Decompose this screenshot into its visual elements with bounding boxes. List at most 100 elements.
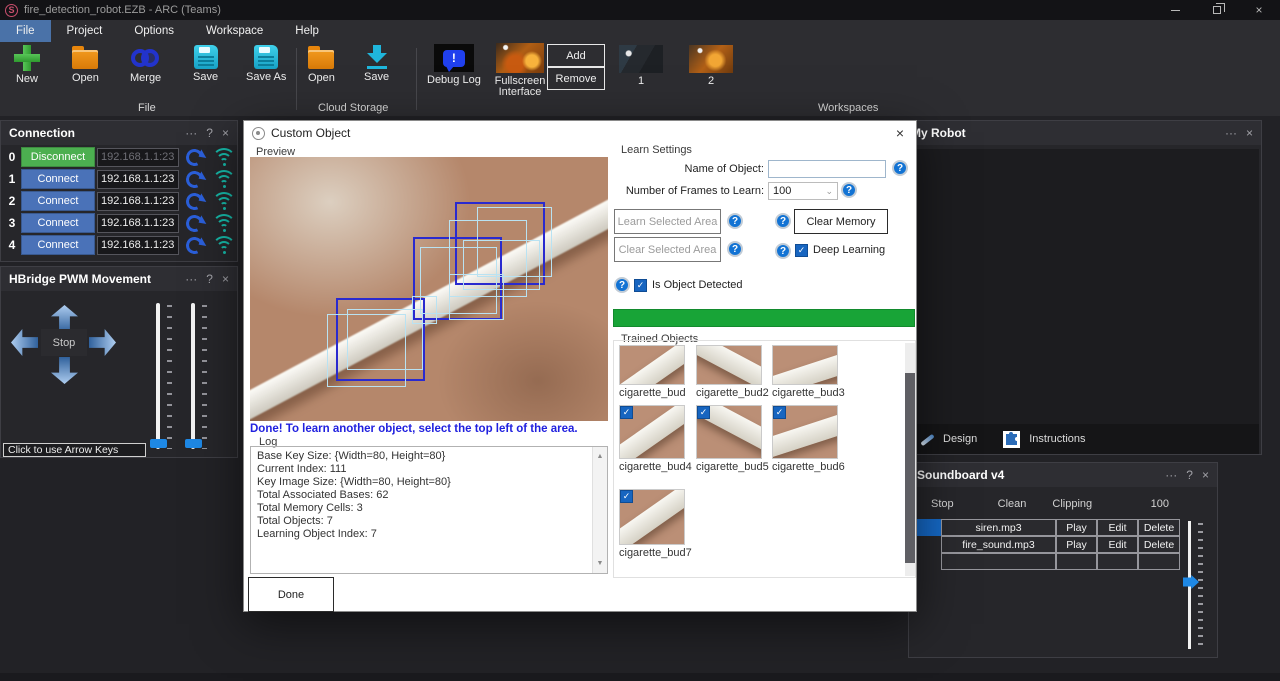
- clear-memory-help-icon[interactable]: ?: [775, 213, 791, 229]
- panel-menu-icon[interactable]: ···: [1165, 469, 1177, 481]
- connect-button[interactable]: Connect: [21, 213, 95, 233]
- refresh-icon[interactable]: [183, 168, 206, 190]
- sound-name-cell[interactable]: siren.mp3: [941, 519, 1056, 536]
- learn-area-help-icon[interactable]: ?: [727, 213, 743, 229]
- name-of-object-input[interactable]: [768, 160, 886, 178]
- add-workspace-button[interactable]: Add: [547, 44, 605, 67]
- sound-name-cell[interactable]: [941, 553, 1056, 570]
- arrow-keys-hint-field[interactable]: Click to use Arrow Keys: [3, 443, 146, 457]
- camera-preview[interactable]: [250, 157, 608, 421]
- panel-close-icon[interactable]: ×: [222, 273, 229, 285]
- debug-log-button[interactable]: ! Debug Log: [427, 44, 481, 86]
- edit-button[interactable]: Edit: [1097, 519, 1138, 536]
- panel-menu-icon[interactable]: ···: [185, 273, 197, 285]
- restore-button[interactable]: [1196, 0, 1238, 20]
- left-pwm-slider[interactable]: [156, 303, 160, 449]
- panel-help-icon[interactable]: ?: [206, 127, 213, 139]
- scroll-down-icon[interactable]: ▼: [597, 557, 604, 570]
- sound-name-cell[interactable]: fire_sound.mp3: [941, 536, 1056, 553]
- trained-object-thumbnail[interactable]: [619, 345, 685, 385]
- play-button[interactable]: Play: [1056, 519, 1097, 536]
- menu-file[interactable]: File: [0, 20, 51, 42]
- edit-button[interactable]: Edit: [1097, 536, 1138, 553]
- right-arrow-button[interactable]: [89, 329, 116, 356]
- log-output[interactable]: Base Key Size: {Width=80, Height=80} Cur…: [250, 446, 608, 574]
- right-pwm-slider[interactable]: [191, 303, 195, 449]
- log-scrollbar[interactable]: ▲ ▼: [592, 447, 607, 573]
- trained-object-item[interactable]: cigarette_bud2: [696, 345, 769, 399]
- close-button[interactable]: ×: [1238, 0, 1280, 20]
- trained-object-item[interactable]: cigarette_bud: [619, 345, 686, 399]
- trained-object-thumbnail[interactable]: [772, 345, 838, 385]
- menu-help[interactable]: Help: [279, 20, 335, 42]
- trained-checked-checkbox[interactable]: ✓: [773, 406, 786, 419]
- is-object-detected-checkbox[interactable]: ✓: [634, 279, 647, 292]
- trained-checked-checkbox[interactable]: ✓: [697, 406, 710, 419]
- connect-button[interactable]: Connect: [21, 169, 95, 189]
- workspace-tab-1[interactable]: 1: [619, 45, 663, 87]
- fullscreen-interface-button[interactable]: Fullscreen Interface: [489, 43, 551, 98]
- menu-project[interactable]: Project: [51, 20, 119, 42]
- play-button[interactable]: [1056, 553, 1097, 570]
- trained-object-item[interactable]: cigarette_bud3: [772, 345, 845, 399]
- new-project-button[interactable]: New: [14, 45, 40, 85]
- panel-close-icon[interactable]: ×: [1246, 127, 1253, 139]
- trained-object-thumbnail[interactable]: [696, 345, 762, 385]
- address-field[interactable]: [97, 213, 179, 233]
- stop-button[interactable]: Stop: [41, 329, 87, 356]
- minimize-button[interactable]: [1154, 0, 1196, 20]
- forward-arrow-button[interactable]: [51, 305, 78, 332]
- delete-button[interactable]: [1138, 553, 1180, 570]
- clear-memory-button[interactable]: Clear Memory: [794, 209, 888, 234]
- robot-canvas[interactable]: [907, 149, 1259, 424]
- disconnect-button[interactable]: Disconnect: [21, 147, 95, 167]
- right-pwm-slider-thumb[interactable]: [185, 439, 202, 448]
- clear-selected-area-button[interactable]: Clear Selected Area: [614, 237, 721, 262]
- address-field[interactable]: [97, 191, 179, 211]
- scroll-up-icon[interactable]: ▲: [597, 450, 604, 463]
- trained-object-item[interactable]: ✓ cigarette_bud7: [619, 489, 692, 559]
- tab-instructions[interactable]: Instructions: [1003, 430, 1086, 448]
- left-pwm-slider-thumb[interactable]: [150, 439, 167, 448]
- trained-object-item[interactable]: ✓ cigarette_bud4: [619, 405, 692, 473]
- delete-button[interactable]: Delete: [1138, 536, 1180, 553]
- menu-workspace[interactable]: Workspace: [190, 20, 279, 42]
- cloud-open-button[interactable]: Open: [308, 45, 335, 84]
- address-field[interactable]: [97, 147, 179, 167]
- trained-objects-scrollbar[interactable]: [905, 343, 915, 576]
- soundboard-selected-cell[interactable]: [917, 519, 941, 536]
- learn-selected-area-button[interactable]: Learn Selected Area: [614, 209, 721, 234]
- save-button[interactable]: Save: [193, 45, 218, 83]
- volume-slider-thumb[interactable]: [1183, 575, 1199, 589]
- deep-learning-help-icon[interactable]: ?: [775, 243, 791, 259]
- merge-button[interactable]: Merge: [130, 45, 161, 84]
- save-as-button[interactable]: Save As: [246, 45, 286, 83]
- clear-area-help-icon[interactable]: ?: [727, 241, 743, 257]
- workspace-tab-2[interactable]: 2: [689, 45, 733, 87]
- refresh-icon[interactable]: [183, 212, 206, 234]
- refresh-icon[interactable]: [183, 234, 206, 256]
- left-arrow-button[interactable]: [11, 329, 38, 356]
- trained-checked-checkbox[interactable]: ✓: [620, 406, 633, 419]
- panel-menu-icon[interactable]: ···: [1225, 127, 1237, 139]
- deep-learning-checkbox[interactable]: ✓: [795, 244, 808, 257]
- trained-object-item[interactable]: ✓ cigarette_bud5: [696, 405, 769, 473]
- panel-help-icon[interactable]: ?: [206, 273, 213, 285]
- connect-button[interactable]: Connect: [21, 235, 95, 255]
- delete-button[interactable]: Delete: [1138, 519, 1180, 536]
- name-help-icon[interactable]: ?: [892, 160, 908, 176]
- panel-close-icon[interactable]: ×: [1202, 469, 1209, 481]
- soundboard-clean-button[interactable]: Clean: [998, 498, 1027, 510]
- open-project-button[interactable]: Open: [72, 45, 99, 84]
- is-detected-help-icon[interactable]: ?: [614, 277, 630, 293]
- cloud-save-button[interactable]: Save: [364, 45, 389, 83]
- soundboard-stop-button[interactable]: Stop: [931, 498, 954, 510]
- done-button[interactable]: Done: [248, 577, 334, 612]
- tab-design[interactable]: Design: [919, 432, 977, 447]
- panel-help-icon[interactable]: ?: [1186, 469, 1193, 481]
- panel-close-icon[interactable]: ×: [222, 127, 229, 139]
- play-button[interactable]: Play: [1056, 536, 1097, 553]
- address-field[interactable]: [97, 169, 179, 189]
- frames-help-icon[interactable]: ?: [841, 182, 857, 198]
- connect-button[interactable]: Connect: [21, 191, 95, 211]
